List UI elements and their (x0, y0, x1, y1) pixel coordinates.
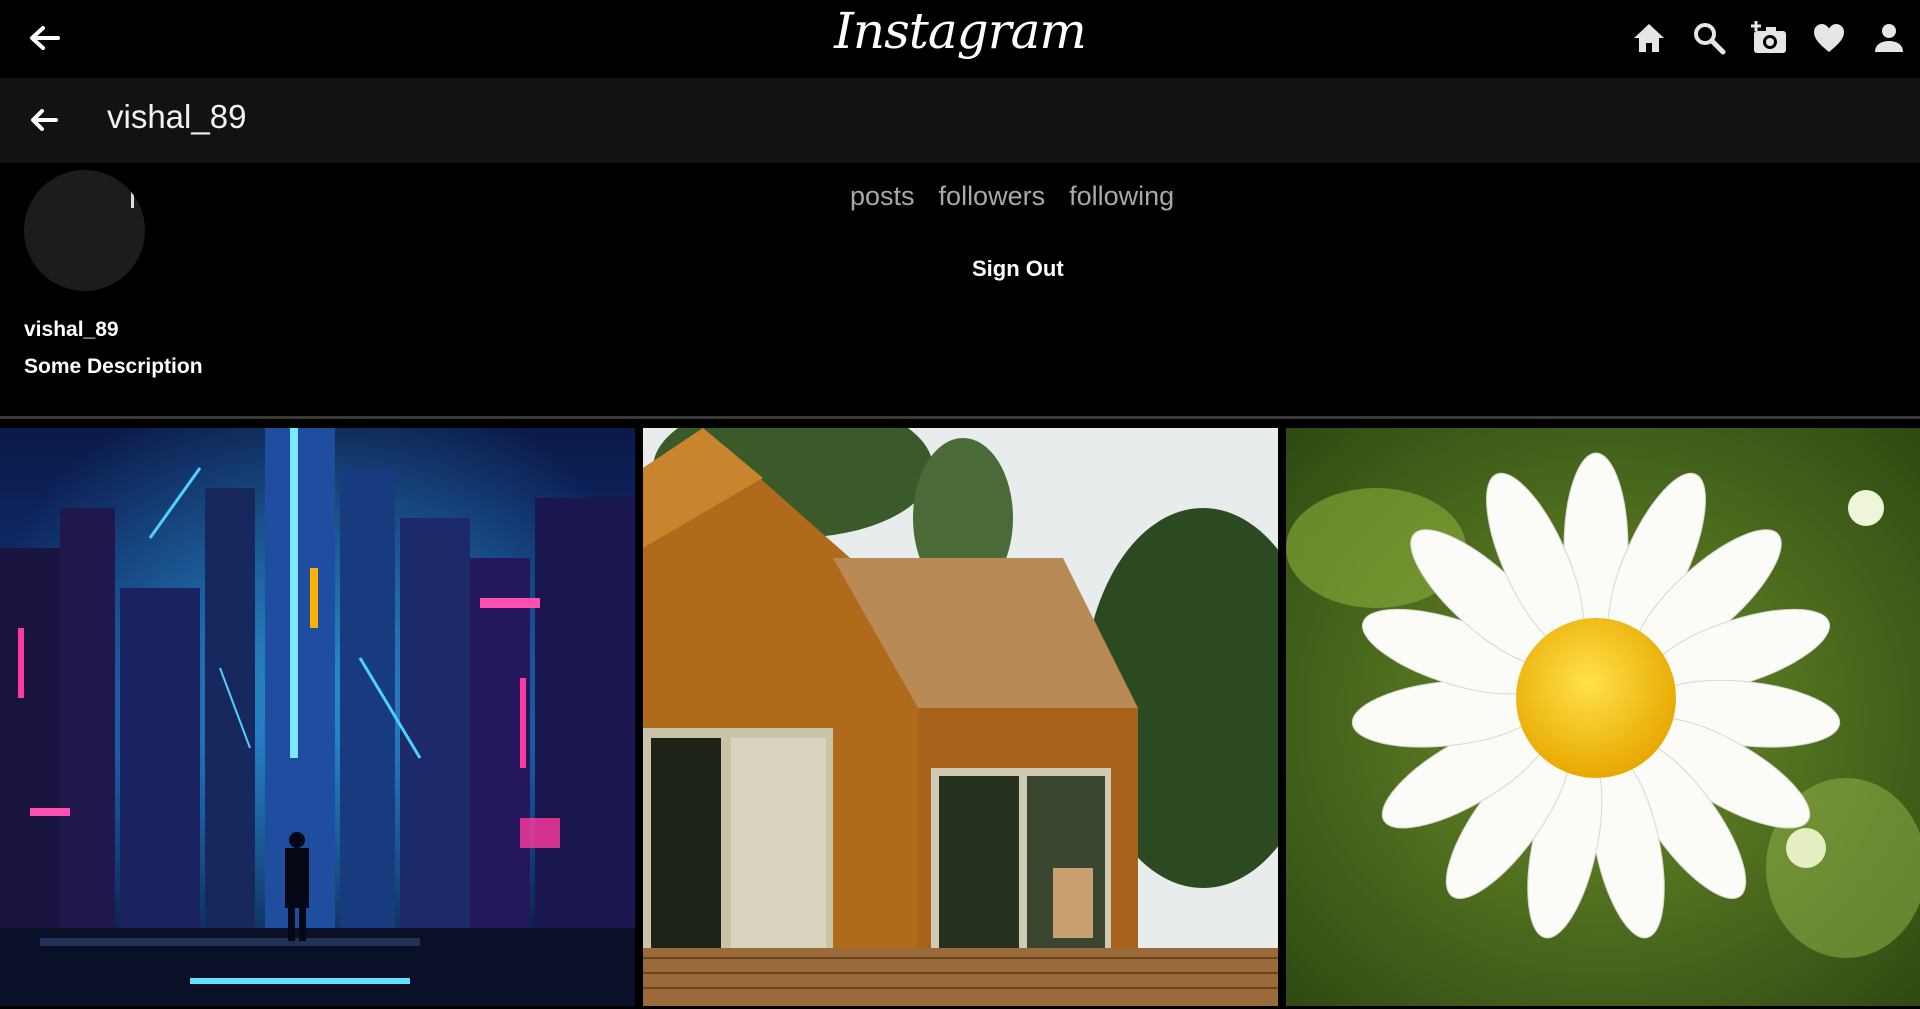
profile-section: posts followers following Sign Out visha… (0, 163, 1920, 419)
post-thumbnail-cyberpunk-city[interactable] (0, 428, 635, 1006)
add-photo-icon[interactable] (1748, 17, 1790, 59)
person-icon[interactable] (1868, 17, 1910, 59)
following-stat[interactable]: following (1069, 181, 1174, 212)
post-thumbnail-daisy-flower[interactable] (1286, 428, 1920, 1006)
sign-out-button[interactable]: Sign Out (972, 256, 1064, 282)
post-thumbnail-wooden-house[interactable] (643, 428, 1278, 1006)
profile-stats: posts followers following (850, 181, 1174, 212)
heart-icon[interactable] (1808, 17, 1850, 59)
avatar-mark (131, 184, 134, 208)
top-app-bar: Instagram (0, 0, 1920, 78)
home-icon[interactable] (1628, 17, 1670, 59)
section-divider (0, 416, 1920, 419)
posts-stat[interactable]: posts (850, 181, 915, 212)
profile-name: vishal_89 (24, 318, 119, 341)
back-arrow-icon[interactable] (24, 100, 64, 140)
avatar[interactable] (24, 170, 145, 291)
posts-grid (0, 428, 1920, 1006)
followers-stat[interactable]: followers (939, 181, 1046, 212)
profile-description: Some Description (24, 355, 203, 378)
profile-header-bar: vishal_89 (0, 78, 1920, 163)
top-nav-icons (1628, 17, 1910, 59)
header-username: vishal_89 (107, 98, 247, 135)
search-icon[interactable] (1688, 17, 1730, 59)
